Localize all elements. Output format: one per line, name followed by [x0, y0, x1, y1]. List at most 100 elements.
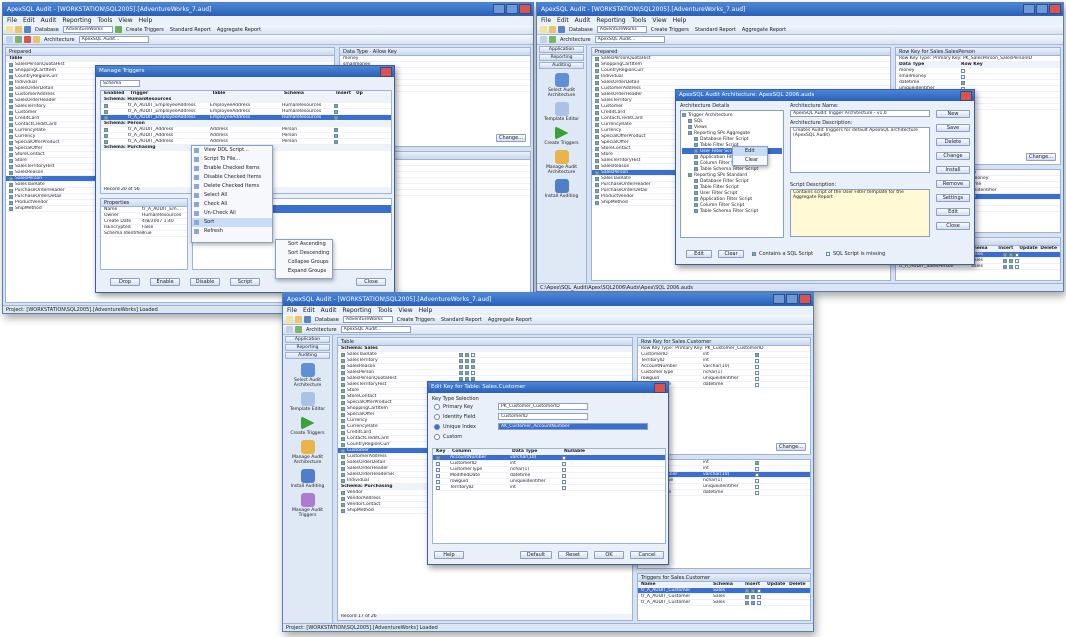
- delete-checkbox[interactable]: [1015, 252, 1019, 257]
- cancel-button[interactable]: Cancel: [630, 551, 664, 559]
- change-button-3[interactable]: Change...: [776, 443, 806, 451]
- nav-create-triggers-3[interactable]: Create Triggers: [283, 431, 332, 436]
- row-checkbox[interactable]: [9, 170, 13, 175]
- new-icon[interactable]: [6, 26, 13, 33]
- col-enabled[interactable]: Enabled: [104, 91, 128, 96]
- update-checkbox[interactable]: [1009, 258, 1013, 263]
- tables-tab-3[interactable]: Table: [338, 338, 632, 346]
- key-type-value[interactable]: AK_Customer_AccountNumber: [498, 423, 648, 430]
- sort-menu-item[interactable]: Sort Descending: [276, 249, 332, 258]
- update-checkbox[interactable]: [465, 352, 469, 357]
- insert-checkbox[interactable]: [459, 358, 463, 363]
- row-checkbox[interactable]: [341, 352, 345, 357]
- close-button[interactable]: [519, 4, 531, 14]
- insert-checkbox[interactable]: [1003, 258, 1007, 263]
- arch-clear-button[interactable]: Clear: [718, 250, 744, 258]
- menu-tools[interactable]: Tools: [98, 17, 113, 24]
- row-checkbox[interactable]: [9, 140, 13, 145]
- menu-file-2[interactable]: File: [541, 17, 551, 24]
- row-checkbox[interactable]: [9, 134, 13, 139]
- tree-checkbox[interactable]: [694, 167, 698, 171]
- insert-checkbox[interactable]: [1003, 264, 1007, 269]
- col-schema[interactable]: Schema: [284, 91, 334, 96]
- menu-view[interactable]: View: [118, 17, 132, 24]
- group-by-field[interactable]: Schema: [100, 80, 140, 87]
- dialog-title-bar[interactable]: Manage Triggers: [96, 66, 394, 77]
- insert-checkbox[interactable]: [459, 376, 463, 381]
- menu-view-2[interactable]: View: [652, 17, 666, 24]
- standard-report-button-3[interactable]: Standard Report: [441, 317, 482, 323]
- sql-missing-checkbox[interactable]: [826, 252, 830, 256]
- nullable-checkbox[interactable]: [562, 455, 566, 460]
- row-checkbox[interactable]: [341, 448, 345, 453]
- enabled-checkbox[interactable]: [104, 133, 108, 138]
- row-checkbox[interactable]: [341, 490, 345, 495]
- row-checkbox[interactable]: [9, 68, 13, 73]
- default-button[interactable]: Default: [520, 551, 552, 559]
- arch-close-button[interactable]: [960, 91, 972, 101]
- row-checkbox[interactable]: [595, 134, 599, 139]
- sort-menu-item[interactable]: Sort Ascending: [276, 240, 332, 249]
- enabled-checkbox[interactable]: [104, 115, 108, 120]
- nullable-checkbox[interactable]: [562, 461, 566, 466]
- row-checkbox[interactable]: [595, 122, 599, 127]
- nav-install-auditing[interactable]: Install Auditing: [537, 194, 586, 199]
- aggregate-report-button-2[interactable]: Aggregate Report: [742, 27, 786, 33]
- row-checkbox[interactable]: [9, 176, 13, 181]
- tree-checkbox[interactable]: [682, 113, 686, 117]
- dialog-close-button[interactable]: [380, 67, 392, 77]
- row-checkbox[interactable]: [595, 98, 599, 103]
- row-checkbox[interactable]: [595, 68, 599, 73]
- menu-audit-3[interactable]: Audit: [321, 307, 337, 314]
- nav-manage-triggers-3[interactable]: Manage Audit Triggers: [283, 508, 332, 518]
- insert-checkbox[interactable]: [334, 127, 338, 132]
- row-checkbox[interactable]: [341, 400, 345, 405]
- insert-checkbox[interactable]: [745, 600, 749, 605]
- nav-select-architecture[interactable]: Select Audit Architecture: [537, 88, 586, 98]
- standard-report-button[interactable]: Standard Report: [170, 27, 211, 33]
- row-key-checkbox[interactable]: [755, 490, 759, 495]
- key-checkbox[interactable]: [436, 455, 440, 460]
- tree-checkbox[interactable]: [688, 119, 692, 123]
- tree-checkbox[interactable]: [694, 161, 698, 165]
- menu-audit-2[interactable]: Audit: [575, 17, 591, 24]
- ok-button[interactable]: OK: [594, 551, 624, 559]
- row-checkbox[interactable]: [9, 80, 13, 85]
- delete-checkbox[interactable]: [1015, 258, 1019, 263]
- context-menu-item[interactable]: Select All: [192, 191, 272, 200]
- menu-audit[interactable]: Audit: [41, 17, 57, 24]
- menu-help-3[interactable]: Help: [419, 307, 433, 314]
- maximize-button[interactable]: [506, 4, 518, 14]
- row-checkbox[interactable]: [341, 454, 345, 459]
- col-table-3[interactable]: Table: [341, 339, 354, 345]
- col-update[interactable]: Up: [356, 91, 363, 96]
- script-button[interactable]: Script: [230, 278, 260, 286]
- menu-reporting-3[interactable]: Reporting: [342, 307, 371, 314]
- menu-help[interactable]: Help: [139, 17, 153, 24]
- row-checkbox[interactable]: [595, 92, 599, 97]
- row-checkbox[interactable]: [595, 110, 599, 115]
- architecture-icon[interactable]: [554, 73, 569, 87]
- col-insert-2[interactable]: Insert: [998, 246, 1017, 251]
- template-icon-3[interactable]: [300, 392, 315, 406]
- sort-menu-item[interactable]: Expand Groups: [276, 267, 332, 276]
- col-table[interactable]: Table: [212, 91, 282, 96]
- update-checkbox[interactable]: [751, 588, 755, 593]
- row-key-checkbox[interactable]: [755, 478, 759, 483]
- row-checkbox[interactable]: [9, 164, 13, 169]
- architecture-tree[interactable]: Trigger Architecture SQL Views Reporting SP…: [680, 110, 784, 238]
- tree-checkbox[interactable]: [688, 173, 692, 177]
- delete-checkbox[interactable]: [757, 594, 761, 599]
- context-menu-item[interactable]: Enable Checked Items: [192, 164, 272, 173]
- row-checkbox[interactable]: [595, 62, 599, 67]
- row-key-checkbox[interactable]: [755, 352, 759, 357]
- database-select-3[interactable]: AdventureWorks: [342, 316, 393, 323]
- nullable-checkbox[interactable]: [562, 485, 566, 490]
- row-checkbox[interactable]: [341, 436, 345, 441]
- insert-checkbox[interactable]: [459, 352, 463, 357]
- key-checkbox[interactable]: [436, 467, 440, 472]
- database-select-2[interactable]: AdventureWorks: [596, 26, 647, 33]
- col-schema-3[interactable]: Schema: [713, 582, 743, 587]
- row-checkbox[interactable]: [341, 478, 345, 483]
- menu-file[interactable]: File: [7, 17, 17, 24]
